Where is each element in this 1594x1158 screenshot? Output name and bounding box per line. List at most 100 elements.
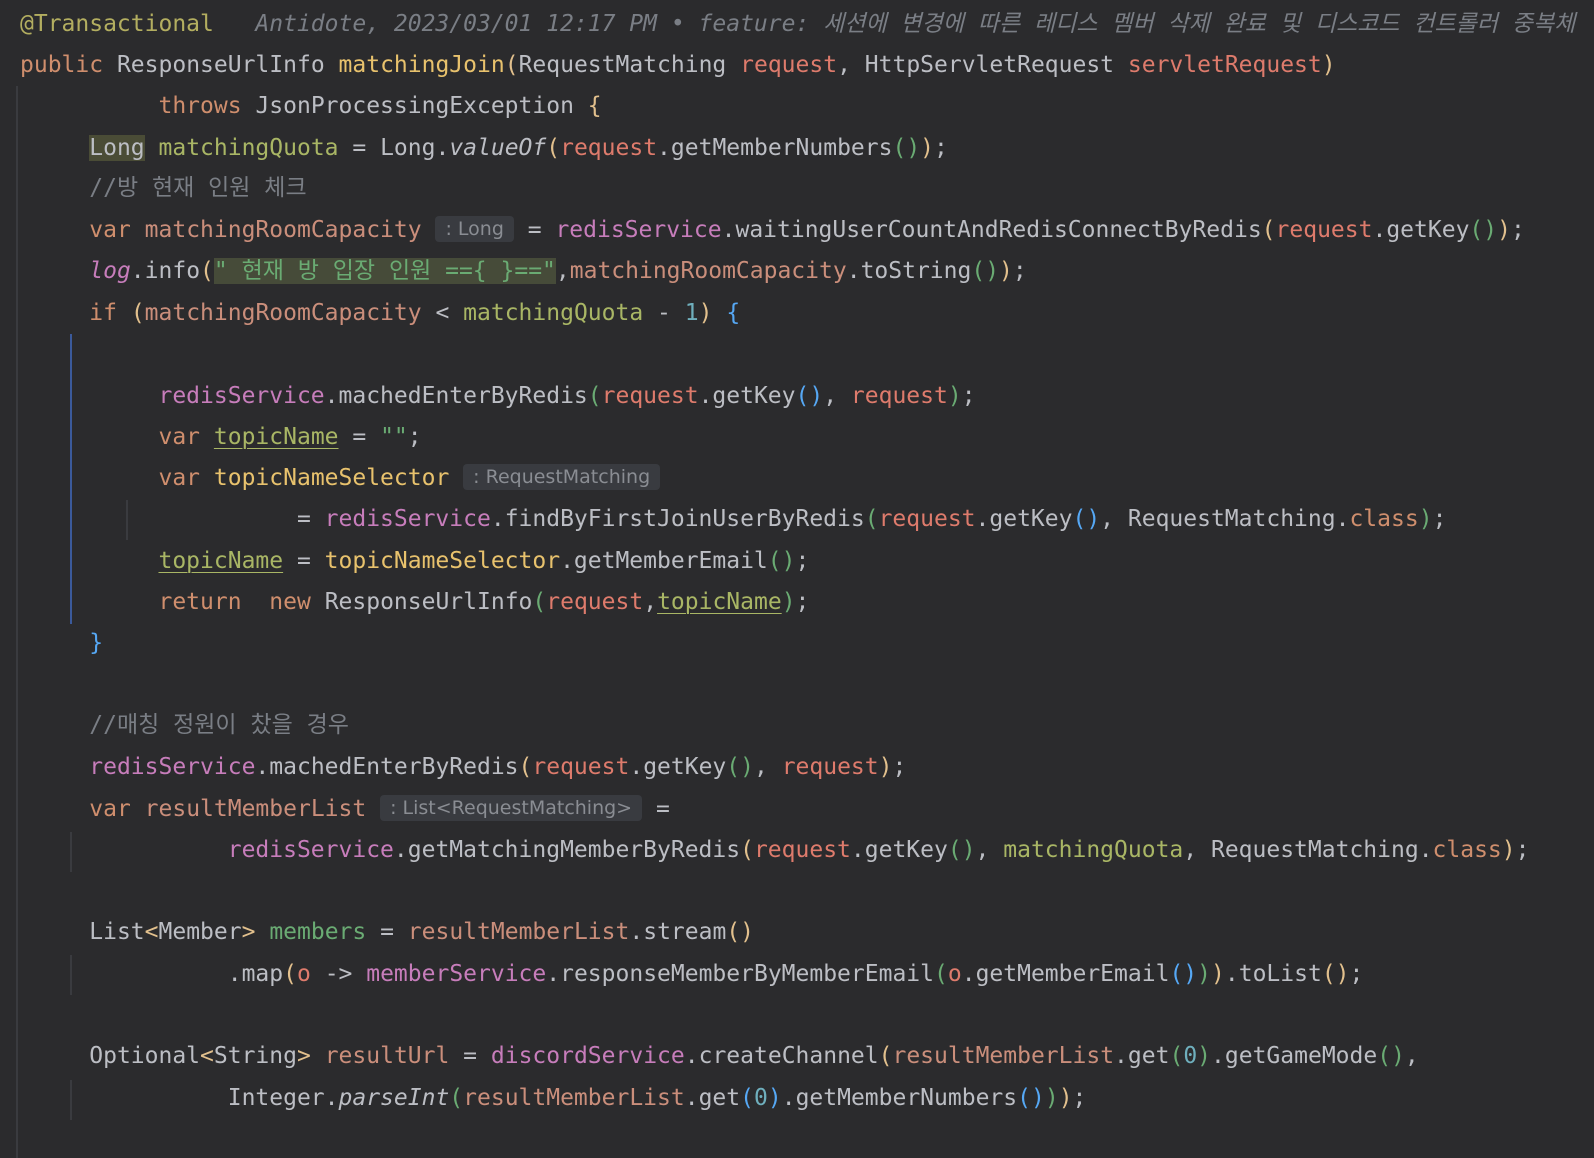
code-line[interactable]: redisService.machedEnterByRedis(request.…: [20, 378, 975, 414]
type-hint: : List<RequestMatching>: [380, 795, 643, 821]
code-line[interactable]: }: [20, 625, 103, 661]
keyword: class: [1349, 506, 1419, 532]
local-variable: matchingRoomCapacity: [144, 217, 422, 243]
number-literal: 1: [684, 300, 699, 326]
parameter: request: [601, 383, 699, 409]
field: redisService: [158, 383, 325, 409]
local-variable: matchingQuota: [463, 300, 644, 326]
code-line[interactable]: public ResponseUrlInfo matchingJoin(Requ…: [20, 47, 1336, 83]
local-variable: matchingRoomCapacity: [569, 258, 847, 284]
local-variable: matchingRoomCapacity: [144, 300, 422, 326]
code-line[interactable]: //매칭 정원이 찼을 경우: [20, 707, 349, 743]
lambda-parameter: o: [947, 961, 962, 987]
code-line[interactable]: List<Member> members = resultMemberList.…: [20, 914, 754, 950]
type-name: RequestMatching: [518, 52, 727, 78]
local-variable: topicName: [158, 548, 284, 574]
method-call: getKey: [989, 506, 1073, 532]
parameter: request: [850, 383, 948, 409]
local-variable: matchingQuota: [1003, 837, 1184, 863]
method-call: getKey: [712, 383, 796, 409]
keyword: class: [1432, 837, 1502, 863]
method-call: toString: [860, 258, 972, 284]
method-call: responseMemberByMemberEmail: [560, 961, 934, 987]
keyword: return: [158, 589, 242, 615]
method-call: machedEnterByRedis: [338, 383, 588, 409]
type-name: HttpServletRequest: [864, 52, 1115, 78]
type-name: ResponseUrlInfo: [116, 52, 325, 78]
code-line[interactable]: .map(o -> memberService.responseMemberBy…: [20, 956, 1364, 992]
method-call: get: [698, 1085, 741, 1111]
code-line[interactable]: redisService.getMatchingMemberByRedis(re…: [20, 832, 1530, 868]
method-call: map: [241, 961, 284, 987]
local-variable: resultMemberList: [463, 1085, 685, 1111]
keyword: var: [158, 424, 201, 450]
code-line[interactable]: redisService.machedEnterByRedis(request.…: [20, 749, 906, 785]
code-line[interactable]: var topicName = "";: [20, 419, 421, 455]
code-line[interactable]: var matchingRoomCapacity : Long = redisS…: [20, 212, 1525, 248]
method-call: createChannel: [698, 1043, 879, 1069]
number-literal: 0: [753, 1085, 768, 1111]
field: redisService: [89, 754, 256, 780]
code-editor[interactable]: @Transactional Antidote, 2023/03/01 12:1…: [0, 0, 1594, 1158]
parameter: request: [753, 837, 851, 863]
code-line[interactable]: = redisService.findByFirstJoinUserByRedi…: [20, 501, 1446, 537]
code-line[interactable]: //방 현재 인원 체크: [20, 170, 307, 206]
local-variable: topicNameSelector: [213, 465, 450, 491]
code-line[interactable]: log.info(" 현재 방 입장 인원 =={ }==",matchingR…: [20, 253, 1027, 289]
parameter: request: [532, 754, 630, 780]
local-variable: topicNameSelector: [324, 548, 561, 574]
type-name: RequestMatching: [1210, 837, 1419, 863]
keyword: var: [158, 465, 201, 491]
parameter: servletRequest: [1127, 52, 1322, 78]
type-name: String: [213, 1043, 297, 1069]
number-literal: 0: [1183, 1043, 1198, 1069]
method-call: findByFirstJoinUserByRedis: [504, 506, 865, 532]
local-variable: resultMemberList: [407, 919, 630, 945]
keyword: var: [89, 796, 131, 822]
code-line[interactable]: Integer.parseInt(resultMemberList.get(0)…: [20, 1080, 1087, 1116]
field: discordService: [490, 1043, 685, 1069]
keyword: var: [89, 217, 131, 243]
type-name: JsonProcessingException: [255, 93, 574, 119]
string-literal: "": [380, 424, 408, 450]
parameter: request: [878, 506, 976, 532]
method-name: matchingJoin: [338, 52, 505, 78]
local-variable: resultMemberList: [892, 1043, 1115, 1069]
code-line[interactable]: var topicNameSelector : RequestMatching: [20, 460, 661, 496]
type-name: Long: [89, 135, 145, 161]
comment: //방 현재 인원 체크: [89, 175, 307, 201]
method-call: info: [144, 258, 201, 284]
keyword: throws: [158, 93, 242, 119]
parameter: request: [740, 52, 838, 78]
method-call: getKey: [864, 837, 948, 863]
field: redisService: [227, 837, 394, 863]
field: memberService: [366, 961, 547, 987]
code-line[interactable]: var resultMemberList : List<RequestMatch…: [20, 791, 670, 827]
code-line[interactable]: throws JsonProcessingException {: [20, 88, 601, 124]
code-line[interactable]: @Transactional Antidote, 2023/03/01 12:1…: [20, 6, 1575, 42]
local-variable: resultMemberList: [144, 796, 367, 822]
type-name: Optional: [89, 1043, 201, 1069]
type-hint: : RequestMatching: [463, 464, 661, 490]
string-literal: " 현재 방 입장 인원 =={ }==": [213, 258, 556, 284]
code-line[interactable]: Long matchingQuota = Long.valueOf(reques…: [20, 130, 948, 166]
annotation: @Transactional: [20, 11, 214, 37]
indent-guide: [16, 86, 18, 1158]
type-name: RequestMatching: [1127, 506, 1336, 532]
keyword: public: [20, 52, 104, 78]
code-line[interactable]: if (matchingRoomCapacity < matchingQuota…: [20, 295, 740, 331]
git-blame-hint[interactable]: Antidote, 2023/03/01 12:17 PM • feature:…: [255, 11, 1575, 37]
lambda-parameter: o: [296, 961, 311, 987]
code-line[interactable]: topicName = topicNameSelector.getMemberE…: [20, 543, 809, 579]
static-method: parseInt: [338, 1085, 450, 1111]
method-call: get: [1127, 1043, 1170, 1069]
type-name: List: [89, 919, 145, 945]
field: redisService: [555, 217, 722, 243]
type-name: ResponseUrlInfo: [324, 589, 533, 615]
code-line[interactable]: Optional<String> resultUrl = discordServ…: [20, 1038, 1419, 1074]
static-method: valueOf: [449, 135, 547, 161]
parameter: request: [781, 754, 879, 780]
method-call: getMemberNumbers: [795, 1085, 1018, 1111]
parameter: request: [1275, 217, 1373, 243]
code-line[interactable]: return new ResponseUrlInfo(request,topic…: [20, 584, 809, 620]
